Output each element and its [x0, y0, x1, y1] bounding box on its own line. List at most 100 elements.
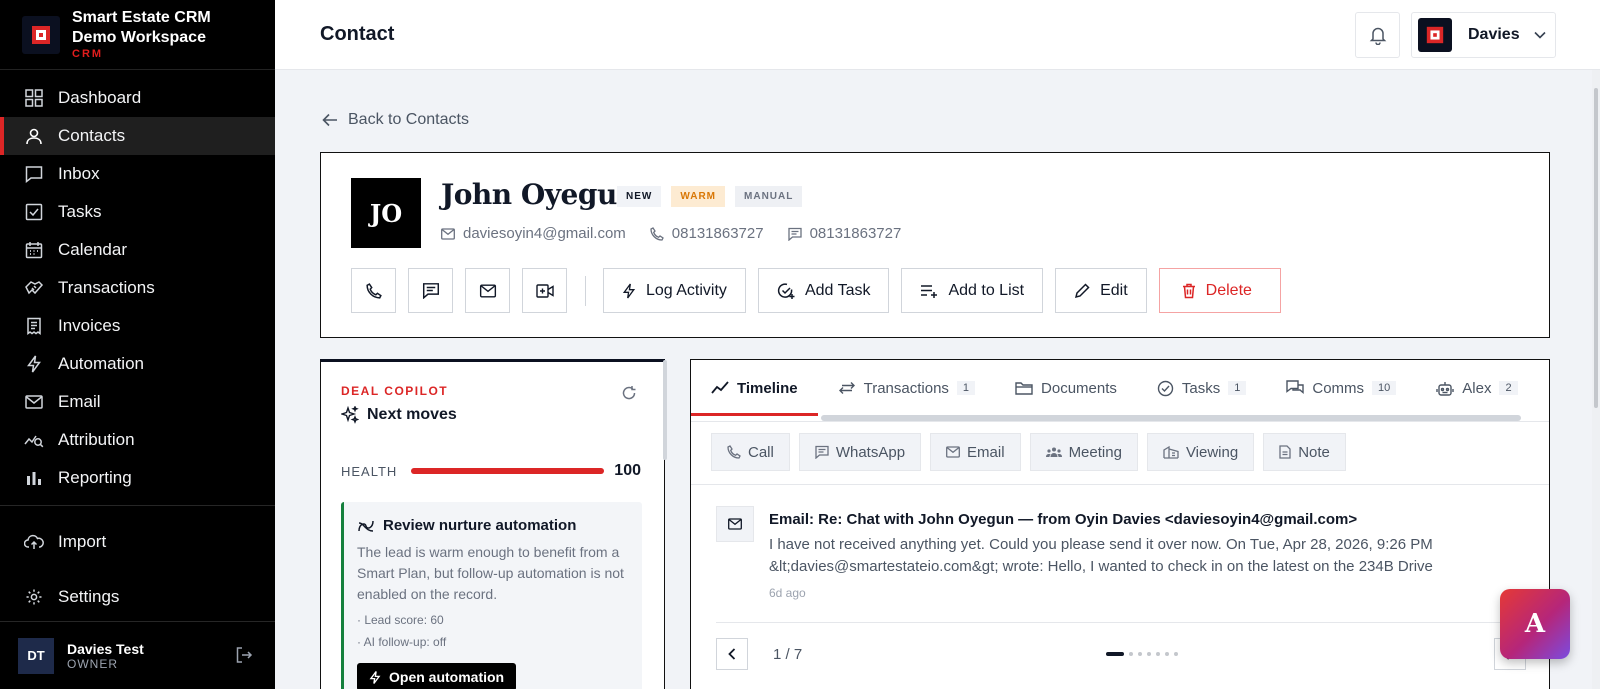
add-task-button[interactable]: Add Task: [757, 268, 890, 313]
nav-item-invoices[interactable]: Invoices: [0, 307, 275, 345]
page-scrollbar[interactable]: [1592, 70, 1600, 689]
bar-chart-icon: [24, 468, 44, 488]
receipt-icon: [24, 316, 44, 336]
call-button[interactable]: [351, 268, 396, 313]
delete-button[interactable]: Delete: [1158, 268, 1281, 313]
nav-label: Contacts: [58, 126, 126, 145]
logout-icon[interactable]: [235, 646, 253, 664]
divider: [716, 622, 1526, 623]
pager-dot[interactable]: [1106, 652, 1124, 656]
copilot-scrollbar[interactable]: [663, 360, 667, 460]
tab-documents[interactable]: Documents: [995, 360, 1137, 416]
nav-item-calendar[interactable]: Calendar: [0, 231, 275, 269]
nav-item-transactions[interactable]: Transactions: [0, 269, 275, 307]
video-icon: [535, 283, 554, 299]
bell-icon: [1369, 25, 1387, 45]
user-icon: [24, 126, 44, 146]
nav-item-reporting[interactable]: Reporting: [0, 459, 275, 497]
chart-search-icon: [24, 430, 44, 450]
pager-dot[interactable]: [1147, 652, 1151, 656]
nav-label: Settings: [58, 586, 120, 606]
main-nav: Dashboard Contacts Inbox Tasks Calendar …: [0, 70, 275, 497]
brand[interactable]: Smart Estate CRM Demo Workspace CRM: [0, 0, 275, 70]
folder-icon: [1015, 381, 1041, 395]
pager-dot[interactable]: [1165, 652, 1169, 656]
nav-label: Dashboard: [58, 88, 142, 107]
tab-alex[interactable]: Alex 2: [1416, 360, 1537, 416]
nav-label: Automation: [58, 354, 144, 373]
nav-item-contacts[interactable]: Contacts: [0, 117, 275, 155]
comments-icon: [1286, 380, 1312, 396]
log-activity-button[interactable]: Log Activity: [603, 268, 746, 313]
video-call-button[interactable]: [522, 268, 567, 313]
tab-count: 1: [1228, 381, 1247, 395]
timeline-item-body: I have not received anything yet. Could …: [769, 536, 1433, 575]
user-menu[interactable]: Davies: [1411, 12, 1556, 58]
timeline-item-time: 6d ago: [769, 586, 806, 600]
workspace-logo: [1418, 18, 1452, 52]
nav-label: Inbox: [58, 164, 100, 183]
contact-sms[interactable]: 08131863727: [787, 225, 901, 242]
contact-phone[interactable]: 08131863727: [650, 225, 764, 242]
nav-item-import[interactable]: Import: [0, 514, 275, 569]
nav-item-tasks[interactable]: Tasks: [0, 193, 275, 231]
nav-item-automation[interactable]: Automation: [0, 345, 275, 383]
nav-item-attribution[interactable]: Attribution: [0, 421, 275, 459]
user-profile[interactable]: DT Davies Test OWNER: [0, 621, 275, 689]
page-indicator: 1 / 7: [773, 646, 803, 663]
open-automation-button[interactable]: Open automation: [357, 663, 517, 689]
scroll-thumb[interactable]: [1594, 88, 1598, 408]
mail-icon: [441, 227, 463, 240]
tab-transactions[interactable]: Transactions 1: [818, 360, 995, 416]
refresh-icon[interactable]: [621, 385, 637, 401]
prev-page-button[interactable]: [716, 638, 748, 670]
contact-email[interactable]: daviesoyin4@gmail.com: [441, 225, 626, 242]
pager-dot[interactable]: [1129, 652, 1133, 656]
nav-item-email[interactable]: Email: [0, 383, 275, 421]
timeline-item-title[interactable]: Email: Re: Chat with John Oyegun — from …: [769, 511, 1357, 528]
message-icon: [787, 227, 810, 241]
bolt-icon: [622, 282, 646, 300]
log-email-button[interactable]: Email: [930, 433, 1021, 471]
assistant-button[interactable]: A: [1500, 589, 1570, 659]
tab-tasks[interactable]: Tasks 1: [1137, 360, 1266, 416]
log-note-button[interactable]: Note: [1263, 433, 1346, 471]
pager-dot[interactable]: [1156, 652, 1160, 656]
log-viewing-button[interactable]: Viewing: [1146, 433, 1255, 471]
tab-comms[interactable]: Comms 10: [1266, 360, 1416, 416]
chat-icon: [24, 164, 44, 184]
log-call-button[interactable]: Call: [711, 433, 790, 471]
nav-label: Email: [58, 392, 101, 411]
edit-button[interactable]: Edit: [1055, 268, 1147, 313]
checkbox-icon: [24, 202, 44, 222]
nav-item-inbox[interactable]: Inbox: [0, 155, 275, 193]
notifications-button[interactable]: [1355, 12, 1400, 58]
sparkles-icon: [341, 406, 367, 424]
message-icon: [422, 282, 440, 299]
brand-tag: CRM: [72, 48, 104, 60]
page-title: Contact: [320, 23, 395, 45]
pager-dot[interactable]: [1174, 652, 1178, 656]
add-to-list-button[interactable]: Add to List: [901, 268, 1044, 313]
nav-label: Tasks: [58, 202, 102, 221]
avatar: DT: [18, 637, 54, 674]
status-badge-warm: WARM: [671, 186, 726, 207]
user-name: Davies Test: [67, 640, 144, 657]
sms-button[interactable]: [408, 268, 453, 313]
back-label: Back to Contacts: [348, 111, 469, 128]
log-meeting-button[interactable]: Meeting: [1029, 433, 1138, 471]
nav-item-settings[interactable]: Settings: [0, 569, 275, 624]
handshake-icon: [24, 278, 44, 298]
health-bar: [411, 468, 605, 474]
log-whatsapp-button[interactable]: WhatsApp: [798, 433, 922, 471]
pager-dot[interactable]: [1138, 652, 1142, 656]
back-to-contacts-link[interactable]: Back to Contacts: [322, 111, 469, 129]
deal-copilot-panel: DEAL COPILOT Next moves HEALTH 100 Revie…: [320, 359, 665, 689]
gear-icon: [24, 587, 44, 607]
nav-item-dashboard[interactable]: Dashboard: [0, 79, 275, 117]
timeline-pager: 1 / 7: [716, 638, 1526, 674]
divider: [691, 484, 1549, 485]
email-button[interactable]: [465, 268, 510, 313]
activity-tabs: Timeline Transactions 1 Documents Tasks …: [691, 360, 1549, 416]
tab-timeline[interactable]: Timeline: [691, 360, 818, 416]
